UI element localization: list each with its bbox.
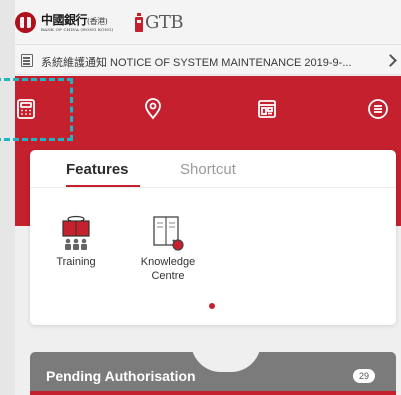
gtb-mark-icon [135,13,143,32]
gtb-logo: GTB [145,12,184,33]
active-tab-indicator [66,185,140,187]
tab-divider [30,187,396,188]
feature-training-label: Training [56,256,96,268]
maintenance-notice-bar[interactable]: 系統維護通知 NOTICE OF SYSTEM MAINTENANCE 2019… [15,44,401,75]
app-screen: 中國銀行(香港) BANK OF CHINA (HONG KONG) GTB 系… [15,0,401,395]
features-card: Features Shortcut Training Knowledge Cen… [30,150,396,325]
pending-red-strip [30,391,396,395]
feature-knowledge-centre-label: Knowledge Centre [140,256,196,282]
page-indicator-dot [209,303,215,309]
bank-name-chinese: 中國銀行(香港) [41,11,108,28]
app-header: 中國銀行(香港) BANK OF CHINA (HONG KONG) GTB [15,0,401,44]
pending-count-badge: 29 [353,369,375,383]
chevron-right-icon[interactable] [384,54,397,67]
feature-training[interactable]: Training [52,215,100,269]
feature-knowledge-centre[interactable]: Knowledge Centre [133,215,203,283]
boc-logo-icon [15,12,36,33]
tab-features[interactable]: Features [66,161,129,178]
tab-shortcut[interactable]: Shortcut [180,161,236,178]
location-pin-icon[interactable] [142,98,164,120]
calendar-icon[interactable] [256,98,278,120]
notice-text: 系統維護通知 NOTICE OF SYSTEM MAINTENANCE 2019… [41,57,352,69]
calculator-highlight-box [0,78,73,141]
training-icon [62,215,90,250]
knowledge-centre-icon [153,216,184,251]
bank-name-english: BANK OF CHINA (HONG KONG) [41,27,114,32]
pending-authorisation-title: Pending Authorisation [46,368,196,384]
bank-name-cn-main: 中國銀行 [41,13,88,27]
bank-name-cn-suffix: (香港) [87,17,108,26]
notice-icon [21,54,33,67]
menu-icon[interactable] [367,98,389,120]
